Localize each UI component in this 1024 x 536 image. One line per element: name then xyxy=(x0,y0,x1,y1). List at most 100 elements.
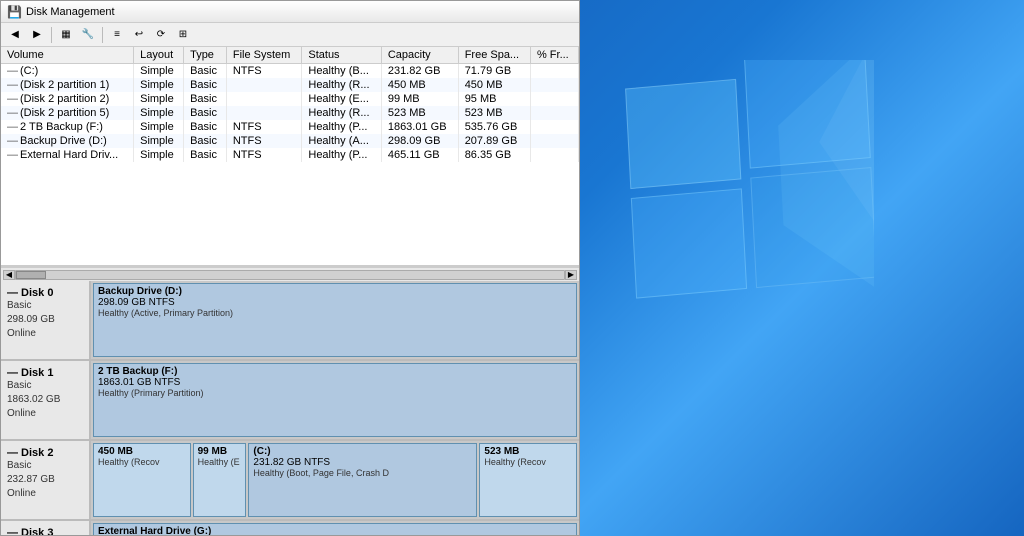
undo-button[interactable]: ↩ xyxy=(129,26,149,44)
col-filesystem[interactable]: File System xyxy=(226,47,302,64)
title-bar: 💾 Disk Management xyxy=(1,1,579,23)
cell-layout: Simple xyxy=(134,134,184,148)
disk-info: Basic1863.02 GBOnline xyxy=(7,379,83,421)
scroll-thumb[interactable] xyxy=(16,271,46,279)
disk-name: — Disk 0 xyxy=(7,287,83,299)
cell-layout: Simple xyxy=(134,64,184,79)
cell-type: Basic xyxy=(184,148,227,162)
windows-logo xyxy=(614,60,874,323)
disk-graphical-panel[interactable]: — Disk 0 Basic298.09 GBOnline Backup Dri… xyxy=(1,281,579,535)
cell-type: Basic xyxy=(184,92,227,106)
cell-pct xyxy=(530,120,578,134)
cell-status: Healthy (B... xyxy=(302,64,381,79)
action-button[interactable]: ≡ xyxy=(107,26,127,44)
forward-button[interactable]: ▶ xyxy=(27,26,47,44)
cell-layout: Simple xyxy=(134,148,184,162)
col-pct[interactable]: % Fr... xyxy=(530,47,578,64)
partition-status: Healthy (Boot, Page File, Crash D xyxy=(253,468,472,478)
partition-name: 450 MB xyxy=(98,446,186,457)
toolbar-separator-2 xyxy=(102,27,103,43)
table-row[interactable]: —Backup Drive (D:) Simple Basic NTFS Hea… xyxy=(1,134,579,148)
col-capacity[interactable]: Capacity xyxy=(381,47,458,64)
partition-2-3[interactable]: 523 MB Healthy (Recov xyxy=(479,443,577,517)
volume-table-body: —(C:) Simple Basic NTFS Healthy (B... 23… xyxy=(1,64,579,163)
cell-fs: NTFS xyxy=(226,64,302,79)
disk-label-3: — Disk 3 Basic465.11 GBOnline xyxy=(1,521,91,535)
cell-capacity: 298.09 GB xyxy=(381,134,458,148)
col-status[interactable]: Status xyxy=(302,47,381,64)
partition-status: Healthy (E xyxy=(198,457,242,467)
table-row[interactable]: —(C:) Simple Basic NTFS Healthy (B... 23… xyxy=(1,64,579,79)
cell-capacity: 465.11 GB xyxy=(381,148,458,162)
disk-partitions-0: Backup Drive (D:) 298.09 GB NTFS Healthy… xyxy=(91,281,579,359)
cell-status: Healthy (R... xyxy=(302,78,381,92)
table-row[interactable]: —2 TB Backup (F:) Simple Basic NTFS Heal… xyxy=(1,120,579,134)
cell-capacity: 523 MB xyxy=(381,106,458,120)
disk-name: — Disk 3 xyxy=(7,527,83,535)
partition-name: Backup Drive (D:) xyxy=(98,286,572,297)
cell-volume: —(Disk 2 partition 5) xyxy=(1,106,134,120)
table-row[interactable]: —External Hard Driv... Simple Basic NTFS… xyxy=(1,148,579,162)
cell-pct xyxy=(530,134,578,148)
cell-type: Basic xyxy=(184,78,227,92)
partition-name: External Hard Drive (G:) xyxy=(98,526,572,535)
cell-pct xyxy=(530,64,578,79)
scroll-right-button[interactable]: ▶ xyxy=(565,270,577,280)
cell-status: Healthy (P... xyxy=(302,148,381,162)
properties-button[interactable]: 🔧 xyxy=(78,26,98,44)
cell-pct xyxy=(530,78,578,92)
col-layout[interactable]: Layout xyxy=(134,47,184,64)
table-row[interactable]: —(Disk 2 partition 5) Simple Basic Healt… xyxy=(1,106,579,120)
scroll-left-button[interactable]: ◀ xyxy=(3,270,15,280)
cell-volume: —Backup Drive (D:) xyxy=(1,134,134,148)
cell-fs xyxy=(226,78,302,92)
cell-layout: Simple xyxy=(134,78,184,92)
cell-status: Healthy (A... xyxy=(302,134,381,148)
cell-fs xyxy=(226,106,302,120)
col-volume[interactable]: Volume xyxy=(1,47,134,64)
window-title: Disk Management xyxy=(26,6,115,18)
refresh-button[interactable]: ⟳ xyxy=(151,26,171,44)
partition-2-2[interactable]: (C:) 231.82 GB NTFS Healthy (Boot, Page … xyxy=(248,443,477,517)
cell-volume: —(Disk 2 partition 1) xyxy=(1,78,134,92)
cell-layout: Simple xyxy=(134,92,184,106)
partition-1-0[interactable]: 2 TB Backup (F:) 1863.01 GB NTFS Healthy… xyxy=(93,363,577,437)
disk-row-3: — Disk 3 Basic465.11 GBOnline External H… xyxy=(1,521,579,535)
partition-status: Healthy (Primary Partition) xyxy=(98,388,572,398)
disk-management-window: 💾 Disk Management ◀ ▶ ▦ 🔧 ≡ ↩ ⟳ ⊞ Volume… xyxy=(0,0,580,536)
partition-3-0[interactable]: External Hard Drive (G:) 465 GB NTFS xyxy=(93,523,577,535)
cell-status: Healthy (E... xyxy=(302,92,381,106)
cell-type: Basic xyxy=(184,64,227,79)
grid-button[interactable]: ▦ xyxy=(56,26,76,44)
partition-0-0[interactable]: Backup Drive (D:) 298.09 GB NTFS Healthy… xyxy=(93,283,577,357)
cell-capacity: 450 MB xyxy=(381,78,458,92)
cell-fs xyxy=(226,92,302,106)
cell-type: Basic xyxy=(184,106,227,120)
back-button[interactable]: ◀ xyxy=(5,26,25,44)
partition-name: 99 MB xyxy=(198,446,242,457)
partition-2-1[interactable]: 99 MB Healthy (E xyxy=(193,443,247,517)
view-button[interactable]: ⊞ xyxy=(173,26,193,44)
partition-2-0[interactable]: 450 MB Healthy (Recov xyxy=(93,443,191,517)
horizontal-scrollbar[interactable]: ◀ ▶ xyxy=(1,267,579,281)
cell-capacity: 1863.01 GB xyxy=(381,120,458,134)
cell-free: 86.35 GB xyxy=(458,148,530,162)
col-type[interactable]: Type xyxy=(184,47,227,64)
partition-name: (C:) xyxy=(253,446,472,457)
window-icon: 💾 xyxy=(7,5,22,19)
cell-free: 523 MB xyxy=(458,106,530,120)
disk-label-1: — Disk 1 Basic1863.02 GBOnline xyxy=(1,361,91,439)
disk-name: — Disk 1 xyxy=(7,367,83,379)
volume-table: Volume Layout Type File System Status Ca… xyxy=(1,47,579,162)
partition-size: 298.09 GB NTFS xyxy=(98,297,572,308)
table-row[interactable]: —(Disk 2 partition 2) Simple Basic Healt… xyxy=(1,92,579,106)
volume-list-panel[interactable]: Volume Layout Type File System Status Ca… xyxy=(1,47,579,267)
col-freespace[interactable]: Free Spa... xyxy=(458,47,530,64)
cell-layout: Simple xyxy=(134,120,184,134)
partition-size: 231.82 GB NTFS xyxy=(253,457,472,468)
disk-partitions-1: 2 TB Backup (F:) 1863.01 GB NTFS Healthy… xyxy=(91,361,579,439)
table-row[interactable]: —(Disk 2 partition 1) Simple Basic Healt… xyxy=(1,78,579,92)
disk-row-2: — Disk 2 Basic232.87 GBOnline 450 MB Hea… xyxy=(1,441,579,521)
scroll-track[interactable] xyxy=(15,270,565,280)
cell-fs: NTFS xyxy=(226,134,302,148)
